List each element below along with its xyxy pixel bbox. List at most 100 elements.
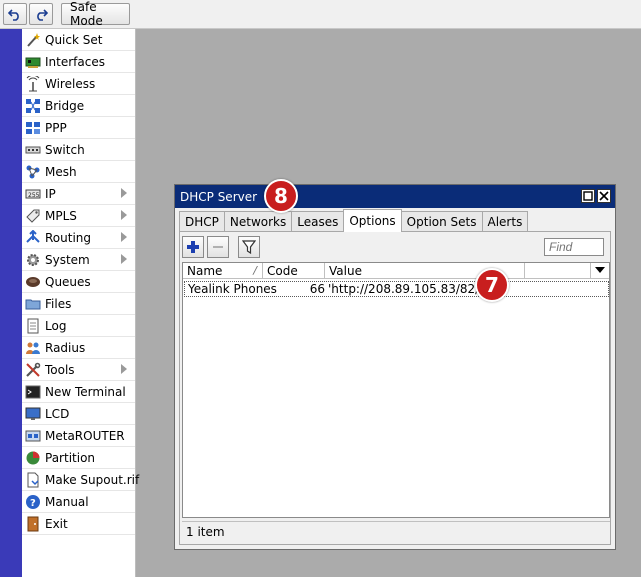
annotation-badge-window: 8 [264,179,298,213]
menu-item-files[interactable]: Files [22,293,135,315]
terminal-icon [25,384,41,400]
menu-item-routing[interactable]: Routing [22,227,135,249]
main-toolbar: Safe Mode [0,0,641,29]
menu-item-label: Quick Set [45,32,103,47]
remove-button[interactable] [207,236,229,258]
undo-button[interactable] [3,3,27,25]
menu-item-ip[interactable]: 255 IP [22,183,135,205]
menu-item-switch[interactable]: Switch [22,139,135,161]
menu-item-lcd[interactable]: LCD [22,403,135,425]
tab-options[interactable]: Options [343,209,402,232]
filter-icon [242,240,256,254]
menu-item-mesh[interactable]: Mesh [22,161,135,183]
window-title-bar[interactable]: DHCP Server [175,185,615,208]
menu-item-label: Partition [45,450,96,465]
menu-item-radius[interactable]: Radius [22,337,135,359]
ip-icon: 255 [25,186,41,202]
main-menu: Quick Set Interfaces Wireless Bridge PPP… [22,29,139,577]
mesh-icon [25,164,41,180]
add-button[interactable] [182,236,204,258]
options-panel: Name / Code Value Yealink Phones 66 'htt… [179,231,611,545]
column-header-empty [525,263,591,279]
exit-door-icon [25,516,41,532]
svg-text:?: ? [30,498,36,509]
tab-option-sets[interactable]: Option Sets [400,211,483,232]
close-button[interactable] [597,189,611,203]
submenu-arrow-icon [121,210,127,220]
tab-leases[interactable]: Leases [291,211,345,232]
safe-mode-button[interactable]: Safe Mode [61,0,130,28]
filter-button[interactable] [238,236,260,258]
menu-item-log[interactable]: Log [22,315,135,337]
menu-item-manual[interactable]: ? Manual [22,491,135,513]
menu-item-label: Bridge [45,98,85,113]
menu-item-ppp[interactable]: PPP [22,117,135,139]
tab-dhcp[interactable]: DHCP [179,211,225,232]
menu-item-label: Radius [45,340,86,355]
menu-item-quick-set[interactable]: Quick Set [22,29,135,51]
column-header-code[interactable]: Code [263,263,325,279]
dhcp-server-window: DHCP Server DHCP Networks Leases Options… [174,184,616,550]
window-tabs: DHCP Networks Leases Options Option Sets… [179,209,529,232]
menu-item-label: Files [45,296,72,311]
menu-item-label: New Terminal [45,384,126,399]
menu-item-label: Mesh [45,164,77,179]
menu-item-label: Log [45,318,67,333]
menu-item-partition[interactable]: Partition [22,447,135,469]
maximize-button[interactable] [581,189,595,203]
table-header: Name / Code Value [183,263,609,279]
menu-item-system[interactable]: System [22,249,135,271]
menu-item-new-terminal[interactable]: New Terminal [22,381,135,403]
redo-icon [37,9,48,21]
menu-item-make-supout[interactable]: Make Supout.rif [22,469,139,491]
menu-item-label: Queues [45,274,91,289]
gear-icon [25,252,41,268]
tab-alerts[interactable]: Alerts [481,211,529,232]
menu-item-label: LCD [45,406,70,421]
queues-icon [25,274,41,290]
annotation-badge-row: 7 [475,268,509,302]
table-row[interactable]: Yealink Phones 66 'http://208.89.105.83/… [184,281,609,297]
monitor-icon [25,406,41,422]
menu-item-label: Manual [45,494,89,509]
row-name: Yealink Phones [188,282,277,296]
menu-item-metarouter[interactable]: MetaROUTER [22,425,135,447]
submenu-arrow-icon [121,232,127,242]
menu-item-wireless[interactable]: Wireless [22,73,135,95]
menu-item-queues[interactable]: Queues [22,271,135,293]
row-value: 'http://208.89.105.83/82/' [328,282,483,296]
help-icon: ? [25,494,41,510]
menu-item-interfaces[interactable]: Interfaces [22,51,135,73]
folder-icon [25,296,41,312]
tab-networks[interactable]: Networks [223,211,293,232]
menu-item-label: MetaROUTER [45,428,125,443]
close-icon [599,191,609,201]
row-code: 66 [309,282,325,296]
sort-icon: / [253,264,257,277]
column-menu-dropdown-icon[interactable] [595,267,605,273]
find-input[interactable] [544,238,604,256]
menu-item-bridge[interactable]: Bridge [22,95,135,117]
window-title: DHCP Server [180,189,258,204]
submenu-arrow-icon [121,254,127,264]
routing-icon [25,229,41,246]
menu-item-exit[interactable]: Exit [22,513,135,535]
log-icon [25,318,41,334]
menu-item-tools[interactable]: Tools [22,359,135,381]
sidebar-strip [0,29,22,577]
menu-item-label: Interfaces [45,54,105,69]
menu-item-label: Routing [45,230,92,245]
minus-icon [213,246,223,248]
redo-button[interactable] [29,3,53,25]
wand-icon [25,32,41,48]
svg-text:255: 255 [28,192,40,199]
document-icon [25,472,41,488]
menu-item-mpls[interactable]: MPLS [22,205,135,227]
menu-item-label: PPP [45,120,67,135]
column-header-name[interactable]: Name / [183,263,263,279]
menu-item-label: Tools [45,362,75,377]
switch-icon [25,142,41,158]
options-table: Name / Code Value Yealink Phones 66 'htt… [182,262,610,518]
mpls-icon [25,208,41,224]
submenu-arrow-icon [121,188,127,198]
